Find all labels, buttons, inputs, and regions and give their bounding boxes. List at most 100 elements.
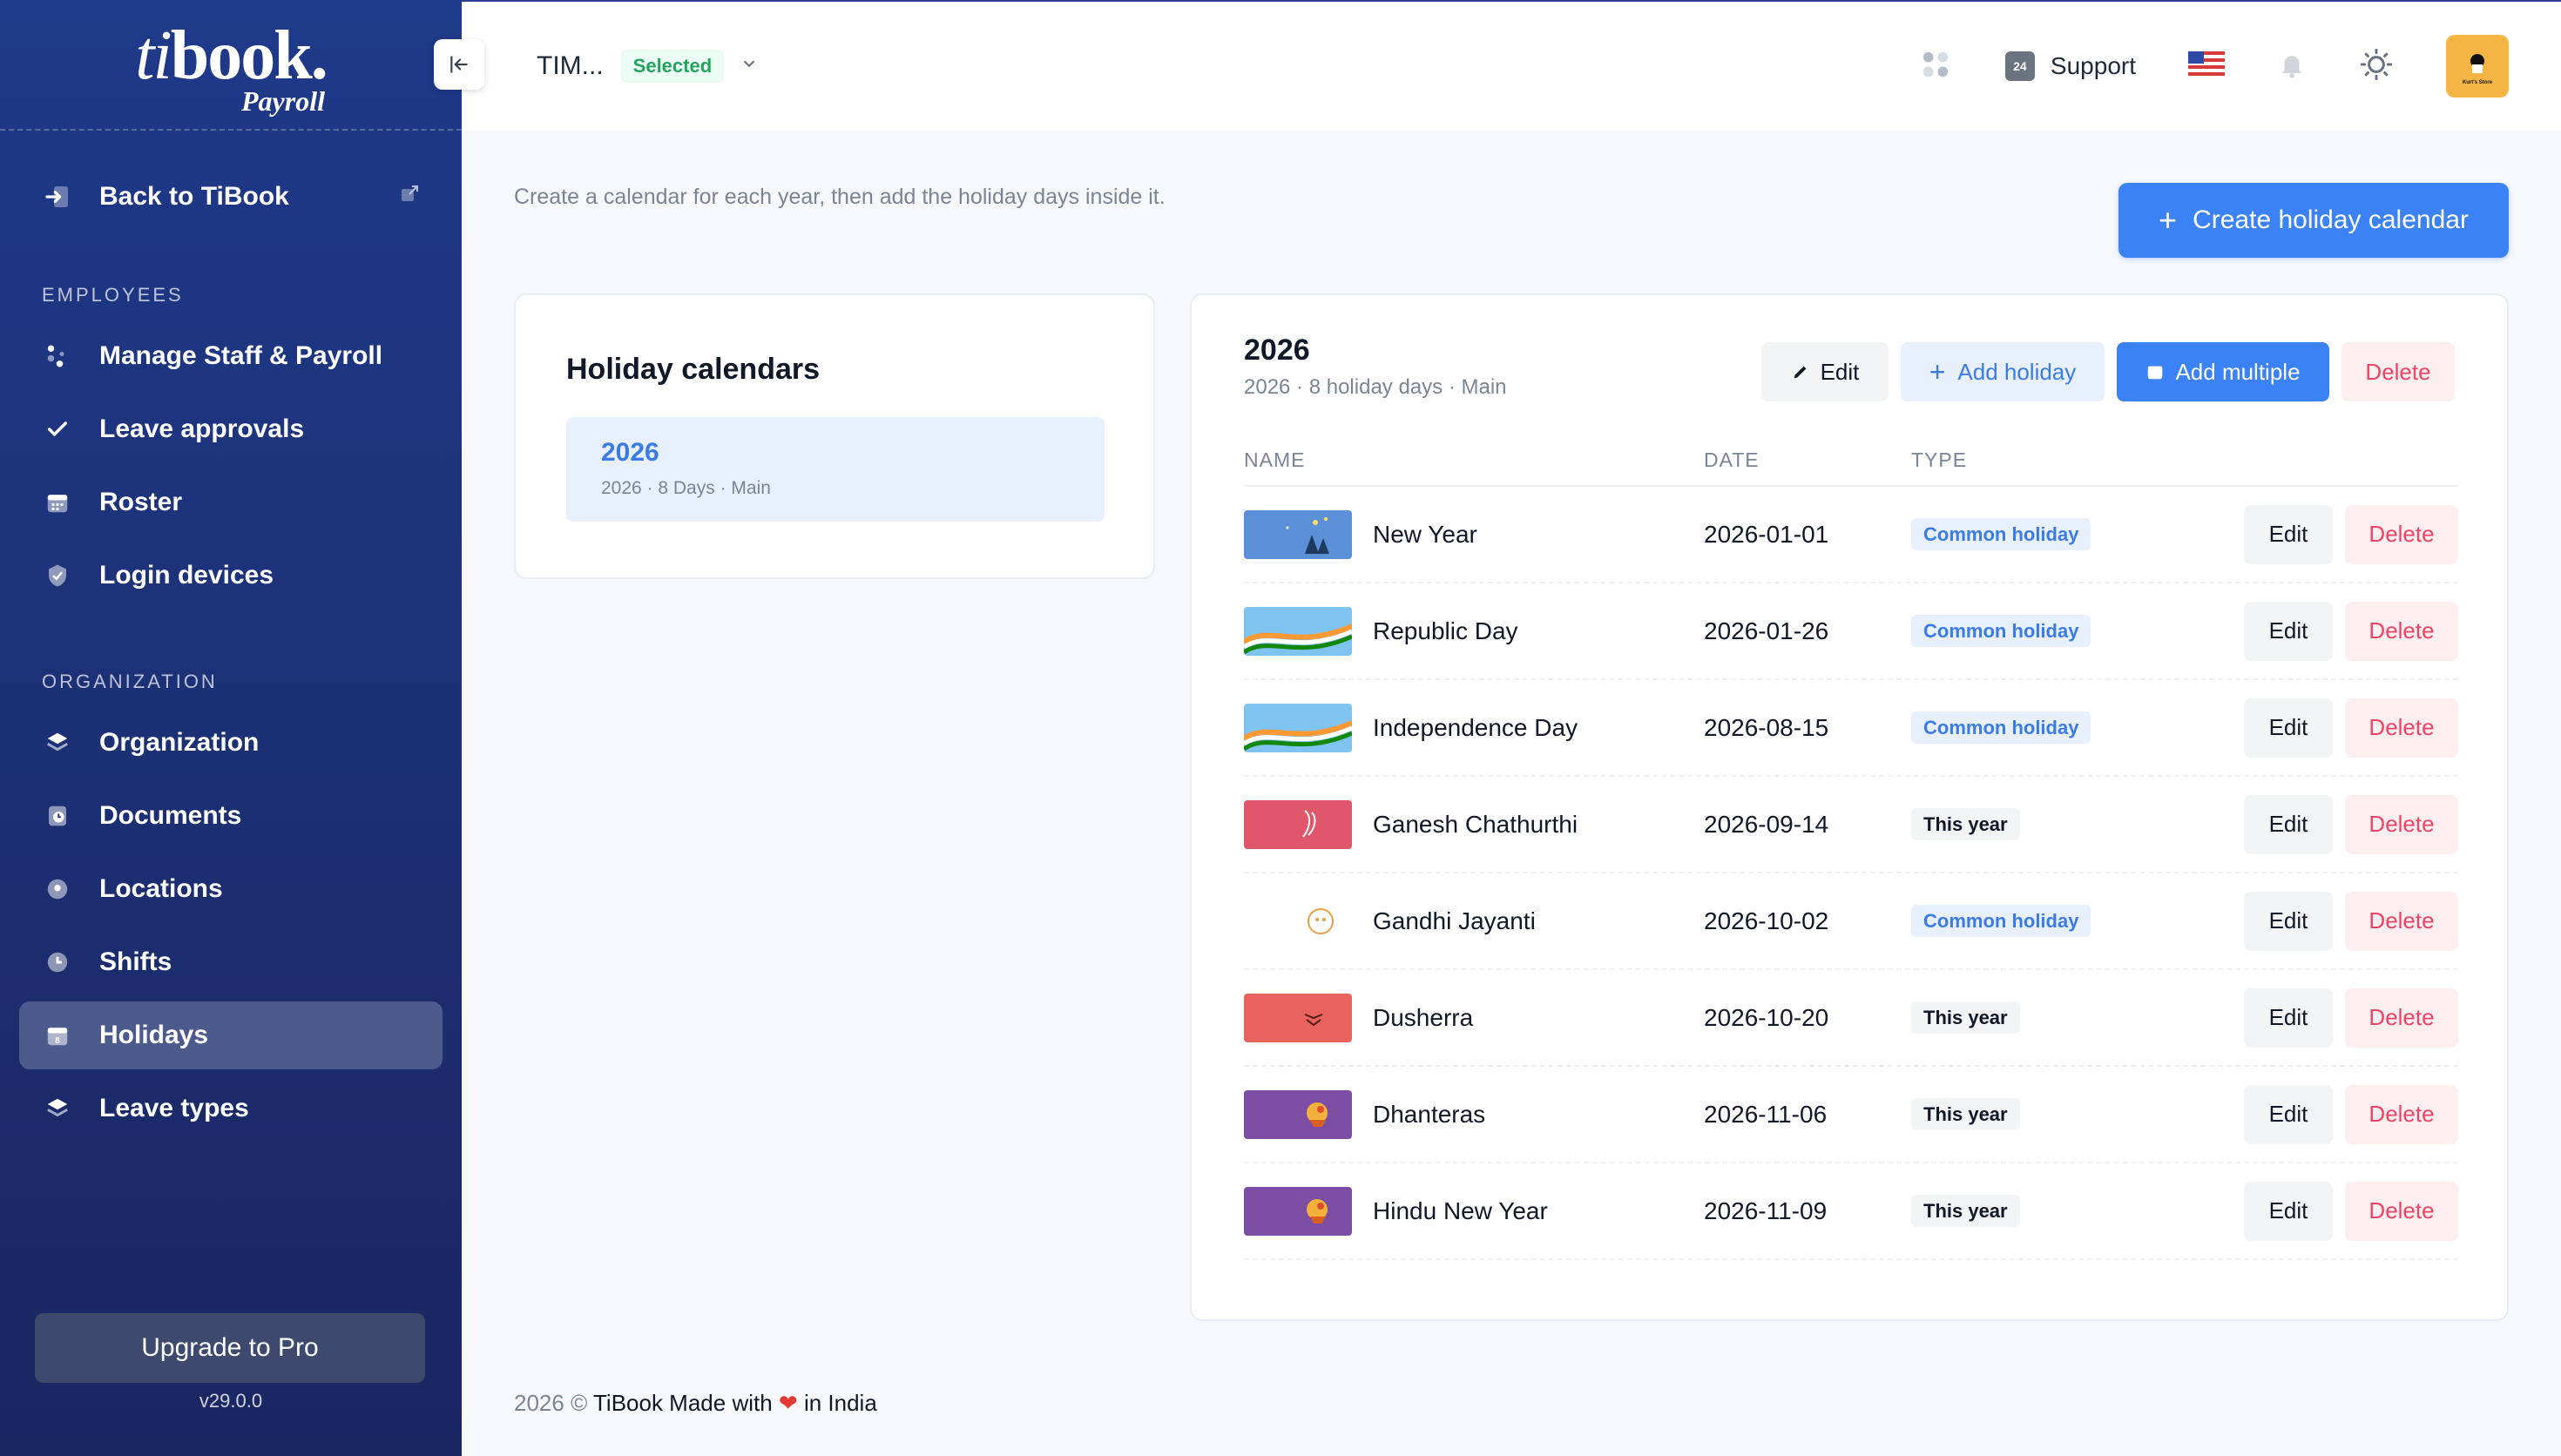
holiday-date: 2026-09-14 xyxy=(1704,810,1829,838)
sidebar-item-label: Leave approvals xyxy=(99,415,305,443)
delete-holiday-button[interactable]: Delete xyxy=(2345,1084,2458,1144)
edit-holiday-button[interactable]: Edit xyxy=(2244,891,2333,951)
holiday-name: Ganesh Chathurthi xyxy=(1373,810,1578,838)
section-title-employees: EMPLOYEES xyxy=(42,284,184,306)
topbar: TIM... Selected 24 Support Kurt's Store xyxy=(462,0,2561,131)
holiday-date: 2026-01-01 xyxy=(1704,520,1829,548)
logo-book: book. xyxy=(170,17,328,94)
plus-icon: + xyxy=(2159,202,2178,238)
calendar-year: 2026 xyxy=(601,438,659,467)
sidebar-item-leave-approvals[interactable]: Leave approvals xyxy=(19,395,443,463)
detail-actions: Edit + Add holiday Add multiple Delete xyxy=(1749,342,2455,401)
delete-holiday-button[interactable]: Delete xyxy=(2345,601,2458,661)
svg-text:8: 8 xyxy=(55,1036,60,1046)
calendar-small-icon xyxy=(2148,366,2163,380)
table-row: Dusherra 2026-10-20 This year Edit Delet… xyxy=(1244,970,2458,1067)
holiday-type-badge: This year xyxy=(1911,1194,2020,1227)
delete-holiday-button[interactable]: Delete xyxy=(2345,988,2458,1048)
edit-holiday-button[interactable]: Edit xyxy=(2244,794,2333,854)
sidebar-item-label: Roster xyxy=(99,488,183,516)
holiday-thumbnail xyxy=(1244,703,1352,752)
external-link-icon xyxy=(399,182,420,212)
holiday-type-badge: Common holiday xyxy=(1911,517,2091,550)
layers-icon xyxy=(42,727,73,758)
column-header-type[interactable]: TYPE xyxy=(1911,448,1967,472)
edit-holiday-button[interactable]: Edit xyxy=(2244,698,2333,758)
add-holiday-label: Add holiday xyxy=(1957,358,2077,385)
sidebar-item-leave-types[interactable]: Leave types xyxy=(19,1075,443,1143)
store-logo-icon: Kurt's Store xyxy=(2463,54,2493,85)
chevron-down-icon xyxy=(740,54,759,79)
add-multiple-button[interactable]: Add multiple xyxy=(2117,342,2329,401)
delete-calendar-button[interactable]: Delete xyxy=(2341,342,2455,401)
arrow-left-bar-icon xyxy=(450,56,468,73)
layers-icon xyxy=(42,1093,73,1124)
edit-holiday-button[interactable]: Edit xyxy=(2244,1084,2333,1144)
holiday-thumbnail xyxy=(1244,1186,1352,1236)
footer-year: 2026 © xyxy=(514,1390,588,1416)
upgrade-to-pro-button[interactable]: Upgrade to Pro xyxy=(35,1313,425,1383)
support-link[interactable]: 24 Support xyxy=(2004,51,2136,81)
create-holiday-calendar-button[interactable]: + Create holiday calendar xyxy=(2118,183,2509,258)
holiday-date: 2026-10-02 xyxy=(1704,907,1829,934)
row-actions: Edit Delete xyxy=(2244,988,2458,1048)
detail-subtitle: 2026 · 8 holiday days · Main xyxy=(1244,375,1507,399)
avatar[interactable]: Kurt's Store xyxy=(2446,35,2509,98)
nav-organization: Organization Documents Locations Shifts … xyxy=(0,709,462,1143)
table-row: Independence Day 2026-08-15 Common holid… xyxy=(1244,680,2458,777)
edit-holiday-button[interactable]: Edit xyxy=(2244,1181,2333,1241)
holiday-name: Dhanteras xyxy=(1373,1100,1486,1128)
sidebar-item-login-devices[interactable]: Login devices xyxy=(19,542,443,610)
collapse-sidebar-button[interactable] xyxy=(434,39,484,90)
delete-holiday-button[interactable]: Delete xyxy=(2345,698,2458,758)
column-header-date[interactable]: DATE xyxy=(1704,448,1911,472)
clock-icon xyxy=(42,947,73,978)
holiday-name: Republic Day xyxy=(1373,617,1518,644)
calendar-summary: 2026 · 8 Days · Main xyxy=(601,478,771,498)
table-row: Gandhi Jayanti 2026-10-02 Common holiday… xyxy=(1244,873,2458,970)
bell-icon[interactable] xyxy=(2277,50,2307,84)
edit-calendar-button[interactable]: Edit xyxy=(1761,342,1889,401)
holiday-table-body: New Year 2026-01-01 Common holiday Edit … xyxy=(1244,487,2458,1260)
footer: 2026 © TiBook Made with ❤ in India xyxy=(514,1390,877,1417)
holiday-date: 2026-08-15 xyxy=(1704,713,1829,741)
sidebar-item-shifts[interactable]: Shifts xyxy=(19,928,443,996)
delete-holiday-button[interactable]: Delete xyxy=(2345,891,2458,951)
logo-ti: ti xyxy=(135,17,172,94)
us-flag-icon[interactable] xyxy=(2188,51,2225,82)
edit-holiday-button[interactable]: Edit xyxy=(2244,504,2333,564)
column-header-name[interactable]: NAME xyxy=(1244,448,1704,472)
holiday-name: New Year xyxy=(1373,520,1477,548)
add-multiple-label: Add multiple xyxy=(2175,358,2301,385)
add-holiday-button[interactable]: + Add holiday xyxy=(1901,342,2105,401)
support-label: Support xyxy=(2050,52,2136,79)
table-row: New Year 2026-01-01 Common holiday Edit … xyxy=(1244,487,2458,583)
logo[interactable]: tibook. Payroll xyxy=(0,0,484,131)
sidebar-item-roster[interactable]: Roster xyxy=(19,468,443,536)
company-selector[interactable]: TIM... Selected xyxy=(537,50,759,83)
edit-holiday-button[interactable]: Edit xyxy=(2244,988,2333,1048)
holiday-date: 2026-11-06 xyxy=(1704,1100,1828,1128)
sidebar-item-organization[interactable]: Organization xyxy=(19,709,443,777)
sidebar-item-manage-staff[interactable]: Manage Staff & Payroll xyxy=(19,322,443,390)
calendar-item-2026[interactable]: 2026 2026 · 8 Days · Main xyxy=(566,417,1105,522)
edit-holiday-button[interactable]: Edit xyxy=(2244,601,2333,661)
holiday-type-badge: Common holiday xyxy=(1911,614,2091,647)
delete-holiday-button[interactable]: Delete xyxy=(2345,794,2458,854)
delete-holiday-button[interactable]: Delete xyxy=(2345,504,2458,564)
shield-check-icon xyxy=(42,560,73,591)
delete-holiday-button[interactable]: Delete xyxy=(2345,1181,2458,1241)
sidebar-item-holidays[interactable]: 8 Holidays xyxy=(19,1001,443,1069)
selected-badge: Selected xyxy=(620,50,725,83)
sidebar-item-locations[interactable]: Locations xyxy=(19,855,443,923)
back-to-tibook-link[interactable]: Back to TiBook xyxy=(0,162,462,232)
table-row: Republic Day 2026-01-26 Common holiday E… xyxy=(1244,583,2458,680)
sidebar-item-documents[interactable]: Documents xyxy=(19,782,443,850)
apps-grid-icon[interactable] xyxy=(1918,47,1953,86)
nav-employees: Manage Staff & Payroll Leave approvals R… xyxy=(0,322,462,610)
sun-icon[interactable] xyxy=(2359,47,2394,86)
footer-text: TiBook Made with xyxy=(593,1390,773,1416)
section-title-organization: ORGANIZATION xyxy=(42,671,218,692)
staff-icon xyxy=(42,340,73,372)
sidebar-item-label: Documents xyxy=(99,801,242,830)
